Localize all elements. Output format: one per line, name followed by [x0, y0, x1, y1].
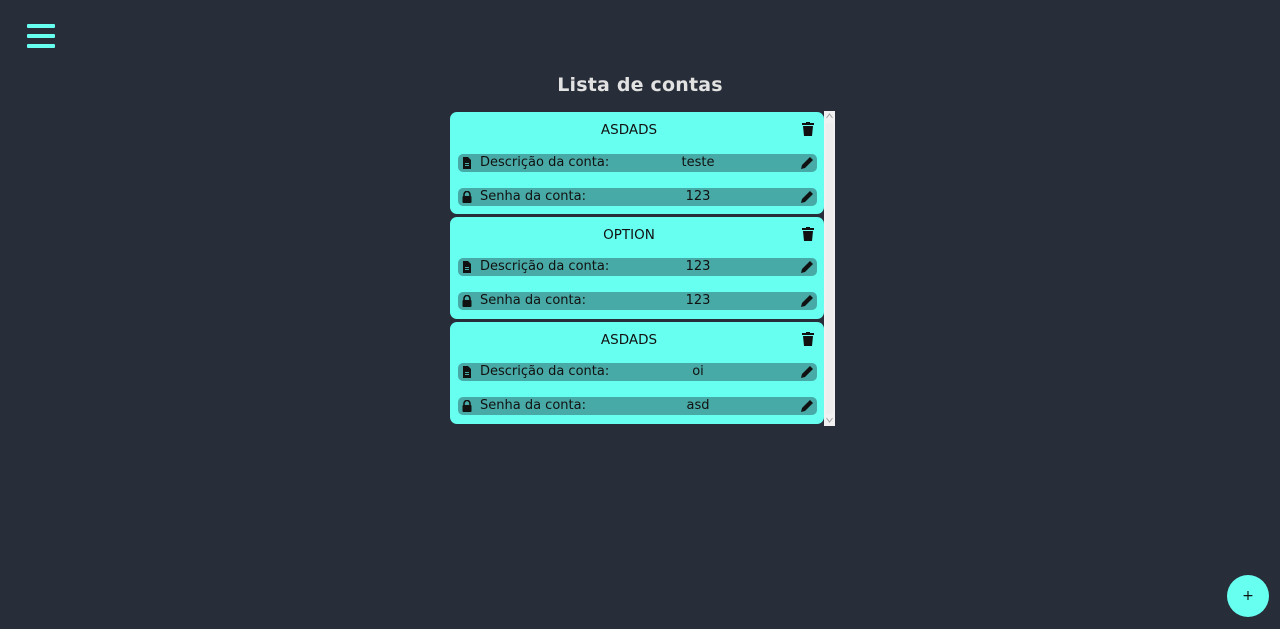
hamburger-menu-icon-bar — [27, 34, 55, 38]
account-name: ASDADS — [600, 332, 658, 348]
scroll-up-icon[interactable] — [826, 113, 833, 119]
trash-icon[interactable] — [802, 122, 814, 136]
description-label: Descrição da conta: — [480, 155, 610, 170]
document-icon — [463, 157, 471, 169]
document-icon — [463, 261, 471, 273]
scroll-down-icon[interactable] — [826, 417, 833, 423]
description-row: Descrição da conta: oi — [458, 363, 817, 381]
password-label: Senha da conta: — [480, 189, 586, 204]
pencil-icon[interactable] — [799, 293, 815, 309]
description-value: oi — [692, 364, 704, 379]
lock-icon — [462, 400, 472, 412]
lock-icon — [462, 295, 472, 307]
add-account-button[interactable]: + — [1227, 575, 1269, 617]
hamburger-menu-icon-bar — [27, 24, 55, 28]
account-list: ASDADS Descrição da conta: teste Senha d… — [450, 111, 835, 426]
pencil-icon[interactable] — [799, 398, 815, 414]
lock-icon — [462, 191, 472, 203]
pencil-icon[interactable] — [799, 189, 815, 205]
pencil-icon[interactable] — [799, 259, 815, 275]
hamburger-menu-icon-bar — [27, 44, 55, 48]
trash-icon[interactable] — [802, 332, 814, 346]
password-row: Senha da conta: 123 — [458, 292, 817, 310]
password-value: 123 — [685, 189, 711, 204]
description-value: 123 — [685, 259, 711, 274]
description-label: Descrição da conta: — [480, 259, 610, 274]
pencil-icon[interactable] — [799, 364, 815, 380]
page-title: Lista de contas — [557, 74, 723, 96]
description-row: Descrição da conta: teste — [458, 154, 817, 172]
account-card: ASDADS Descrição da conta: teste Senha d… — [450, 112, 824, 214]
password-row: Senha da conta: 123 — [458, 188, 817, 206]
description-value: teste — [681, 155, 715, 170]
menu-button[interactable] — [27, 24, 55, 48]
scrollbar[interactable] — [824, 111, 835, 426]
account-card: OPTION Descrição da conta: 123 Senha da … — [450, 217, 824, 319]
password-value: 123 — [685, 293, 711, 308]
password-row: Senha da conta: asd — [458, 397, 817, 415]
account-name: ASDADS — [600, 122, 658, 138]
password-label: Senha da conta: — [480, 398, 586, 413]
trash-icon[interactable] — [802, 227, 814, 241]
document-icon — [463, 366, 471, 378]
password-value: asd — [686, 398, 710, 413]
password-label: Senha da conta: — [480, 293, 586, 308]
scrollbar-thumb[interactable] — [826, 123, 833, 414]
pencil-icon[interactable] — [799, 155, 815, 171]
description-row: Descrição da conta: 123 — [458, 258, 817, 276]
description-label: Descrição da conta: — [480, 364, 610, 379]
account-cards: ASDADS Descrição da conta: teste Senha d… — [450, 111, 824, 426]
account-card: ASDADS Descrição da conta: oi Senha da c… — [450, 322, 824, 424]
account-name: OPTION — [603, 227, 655, 243]
